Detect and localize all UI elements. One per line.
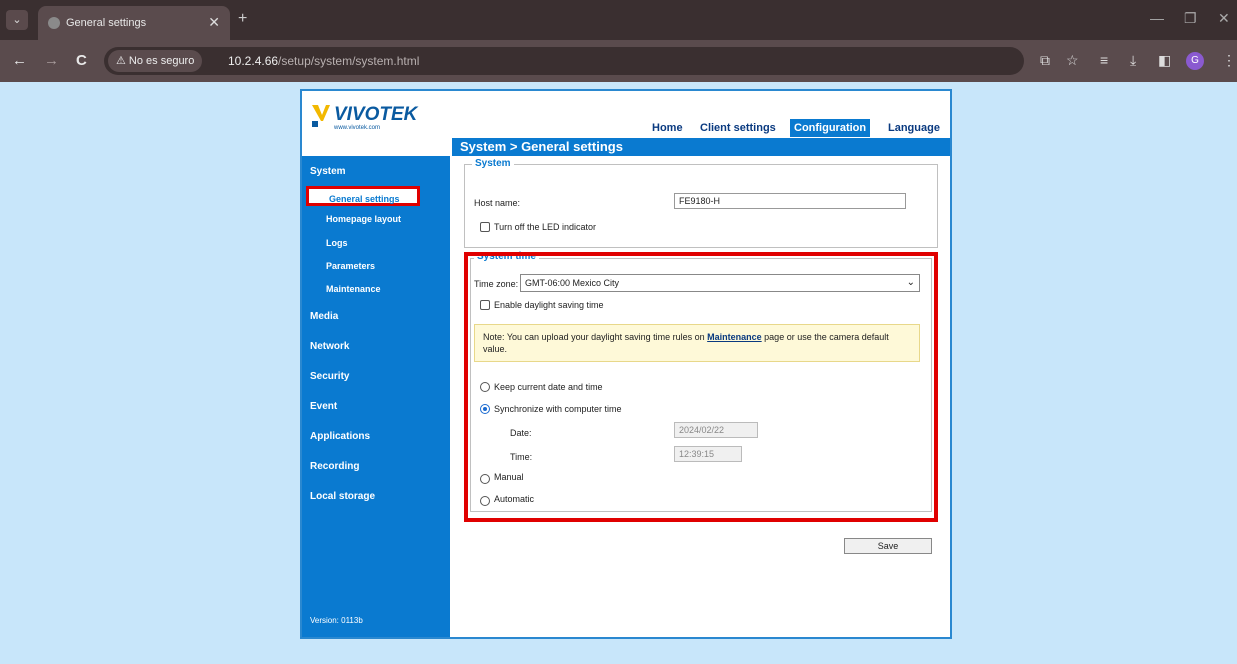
nav-language[interactable]: Language (888, 119, 940, 137)
sidebar-item-parameters[interactable]: Parameters (326, 261, 375, 271)
sidebar-item-logs[interactable]: Logs (326, 238, 348, 248)
window-close-icon[interactable]: ✕ (1218, 10, 1230, 27)
download-icon[interactable]: ⤓ (1130, 52, 1136, 69)
sidebar-item-maintenance[interactable]: Maintenance (326, 284, 381, 294)
insecure-badge[interactable]: ⚠ No es seguro (108, 50, 203, 72)
system-legend: System (472, 158, 514, 169)
nav-home[interactable]: Home (652, 119, 683, 137)
translate-icon[interactable]: ⧉ (1040, 52, 1050, 69)
host-name-label: Host name: (474, 198, 521, 208)
breadcrumb: System > General settings (452, 138, 950, 156)
led-checkbox[interactable] (480, 222, 490, 232)
minimize-icon[interactable]: — (1150, 10, 1164, 26)
browser-toolbar: ← → C ⚠ No es seguro 10.2.4.66/setup/sys… (0, 40, 1237, 82)
url-host: 10.2.4.66 (228, 54, 279, 68)
side-panel-icon[interactable]: ◧ (1158, 52, 1171, 69)
globe-icon (48, 17, 60, 29)
browser-tab[interactable]: General settings ✕ (38, 6, 230, 40)
url-path: /setup/system/system.html (278, 54, 420, 68)
camera-web-frame: VIVOTEK www.vivotek.com Home Client sett… (300, 89, 952, 639)
sidebar-item-network[interactable]: Network (310, 341, 349, 352)
address-bar[interactable]: ⚠ No es seguro 10.2.4.66/setup/system/sy… (104, 47, 1024, 75)
reload-icon[interactable]: C (76, 52, 87, 69)
reading-list-icon[interactable]: ≡ (1100, 52, 1108, 68)
system-time-highlight (464, 252, 938, 522)
version-text: Version: 0113b (310, 616, 363, 625)
sidebar-item-event[interactable]: Event (310, 401, 337, 412)
bookmark-star-icon[interactable]: ☆ (1066, 52, 1079, 69)
host-name-input[interactable]: FE9180-H (674, 193, 906, 209)
sidebar-item-general-settings[interactable]: General settings (306, 186, 420, 206)
tab-title: General settings (66, 17, 147, 29)
save-button[interactable]: Save (844, 538, 932, 554)
led-label: Turn off the LED indicator (494, 222, 597, 232)
browser-tab-bar: ⌄ General settings ✕ + — ❐ ✕ (0, 0, 1237, 40)
url-text: 10.2.4.66/setup/system/system.html (228, 54, 419, 68)
sidebar-item-security[interactable]: Security (310, 371, 349, 382)
logo-subtext: www.vivotek.com (333, 125, 380, 131)
restore-icon[interactable]: ❐ (1184, 10, 1197, 27)
close-icon[interactable]: ✕ (208, 14, 220, 31)
menu-dots-icon[interactable]: ⋮ (1222, 52, 1236, 69)
nav-client-settings[interactable]: Client settings (700, 119, 776, 137)
sidebar-item-homepage-layout[interactable]: Homepage layout (326, 214, 401, 224)
back-icon[interactable]: ← (12, 52, 27, 69)
sidebar: System General settings Homepage layout … (302, 156, 450, 637)
forward-icon[interactable]: → (44, 52, 59, 69)
profile-avatar[interactable]: G (1186, 52, 1204, 70)
logo-text: VIVOTEK (334, 104, 419, 125)
sidebar-item-media[interactable]: Media (310, 311, 338, 322)
vivotek-logo: VIVOTEK www.vivotek.com (312, 104, 419, 131)
sidebar-item-recording[interactable]: Recording (310, 461, 359, 472)
nav-configuration[interactable]: Configuration (790, 119, 871, 137)
sidebar-item-system[interactable]: System (310, 166, 346, 177)
sidebar-item-applications[interactable]: Applications (310, 431, 370, 442)
new-tab-button[interactable]: + (238, 10, 247, 28)
tab-search-button[interactable]: ⌄ (6, 10, 28, 30)
main-content: System Host name: FE9180-H Turn off the … (452, 156, 950, 637)
sidebar-item-local-storage[interactable]: Local storage (310, 491, 375, 502)
